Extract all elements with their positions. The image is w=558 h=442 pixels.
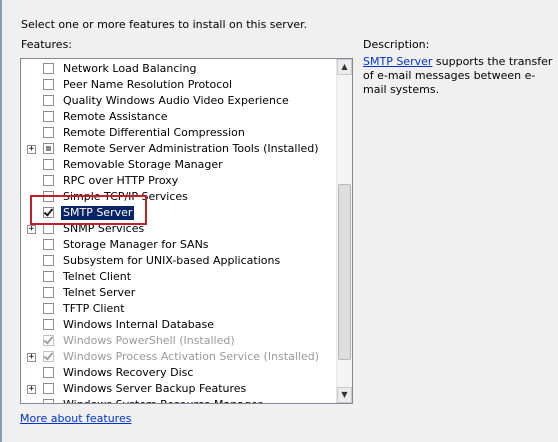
feature-label[interactable]: Windows Recovery Disc [63,366,193,380]
feature-label[interactable]: Windows System Resource Manager [63,398,262,403]
feature-row[interactable]: Windows Recovery Disc [21,365,337,381]
feature-row[interactable]: Windows PowerShell (Installed) [21,333,337,349]
scroll-up-button[interactable]: ▲ [337,59,352,75]
feature-label[interactable]: Peer Name Resolution Protocol [63,78,232,92]
features-label: Features: [21,38,73,51]
feature-label[interactable]: Storage Manager for SANs [63,238,209,252]
feature-checkbox[interactable] [43,383,54,394]
feature-label[interactable]: RPC over HTTP Proxy [63,174,178,188]
feature-label[interactable]: Removable Storage Manager [63,158,223,172]
feature-row[interactable]: TFTP Client [21,301,337,317]
feature-label[interactable]: Telnet Server [63,286,135,300]
feature-label[interactable]: Remote Differential Compression [63,126,245,140]
feature-row[interactable]: Remote Assistance [21,109,337,125]
feature-checkbox[interactable] [43,95,54,106]
feature-label[interactable]: Windows Server Backup Features [63,382,246,396]
feature-checkbox[interactable] [43,175,54,186]
feature-checkbox[interactable] [43,127,54,138]
feature-row[interactable]: + Windows Server Backup Features [21,381,337,397]
feature-row[interactable]: Windows Internal Database [21,317,337,333]
feature-label[interactable]: Network Load Balancing [63,62,196,76]
feature-checkbox[interactable] [43,271,54,282]
feature-row[interactable]: RPC over HTTP Proxy [21,173,337,189]
instruction-text: Select one or more features to install o… [21,18,308,31]
feature-label[interactable]: TFTP Client [63,302,125,316]
feature-label[interactable]: Remote Assistance [63,110,168,124]
scroll-down-button[interactable]: ▼ [337,387,352,403]
feature-checkbox[interactable] [43,239,54,250]
features-list: Network Load Balancing Peer Name Resoluti… [21,61,337,403]
feature-checkbox [43,351,54,362]
feature-row[interactable]: Quality Windows Audio Video Experience [21,93,337,109]
feature-row[interactable]: + Remote Server Administration Tools (Ins… [21,141,337,157]
feature-row[interactable]: Windows System Resource Manager [21,397,337,403]
feature-checkbox[interactable] [43,399,54,403]
highlight-annotation-box [30,195,147,225]
window-left-edge [0,0,2,442]
expand-plus-icon[interactable]: + [27,225,36,234]
expand-plus-icon[interactable]: + [27,145,36,154]
feature-checkbox [43,335,54,346]
feature-row[interactable]: Removable Storage Manager [21,157,337,173]
feature-label[interactable]: Quality Windows Audio Video Experience [63,94,289,108]
feature-row[interactable]: Peer Name Resolution Protocol [21,77,337,93]
description-text: SMTP Server supports the transfer of e-m… [363,55,553,97]
feature-row[interactable]: Telnet Server [21,285,337,301]
feature-row[interactable]: + Windows Process Activation Service (Ins… [21,349,337,365]
feature-row[interactable]: Network Load Balancing [21,61,337,77]
feature-checkbox[interactable] [43,159,54,170]
features-tree[interactable]: Network Load Balancing Peer Name Resoluti… [20,58,353,404]
vertical-scrollbar[interactable]: ▲ ▼ [336,59,352,403]
expand-plus-icon[interactable]: + [27,385,36,394]
feature-checkbox[interactable] [43,255,54,266]
feature-checkbox[interactable] [43,63,54,74]
feature-label[interactable]: Remote Server Administration Tools (Inst… [63,142,319,156]
feature-checkbox[interactable] [43,303,54,314]
feature-label[interactable]: Subsystem for UNIX-based Applications [63,254,280,268]
feature-checkbox[interactable] [43,367,54,378]
feature-label[interactable]: Windows Internal Database [63,318,214,332]
feature-label[interactable]: Telnet Client [63,270,131,284]
feature-row[interactable]: Telnet Client [21,269,337,285]
feature-row[interactable]: Storage Manager for SANs [21,237,337,253]
feature-checkbox[interactable] [43,111,54,122]
description-label: Description: [363,38,430,51]
feature-checkbox[interactable] [43,79,54,90]
expand-plus-icon[interactable]: + [27,353,36,362]
feature-row[interactable]: Remote Differential Compression [21,125,337,141]
description-feature-link[interactable]: SMTP Server [363,55,432,68]
feature-checkbox[interactable] [43,319,54,330]
feature-checkbox[interactable] [43,143,54,154]
feature-checkbox[interactable] [43,287,54,298]
feature-label[interactable]: Windows Process Activation Service (Inst… [63,350,319,364]
more-about-features-link[interactable]: More about features [20,412,131,425]
scroll-thumb[interactable] [338,184,351,360]
feature-label[interactable]: Windows PowerShell (Installed) [63,334,235,348]
feature-row[interactable]: Subsystem for UNIX-based Applications [21,253,337,269]
